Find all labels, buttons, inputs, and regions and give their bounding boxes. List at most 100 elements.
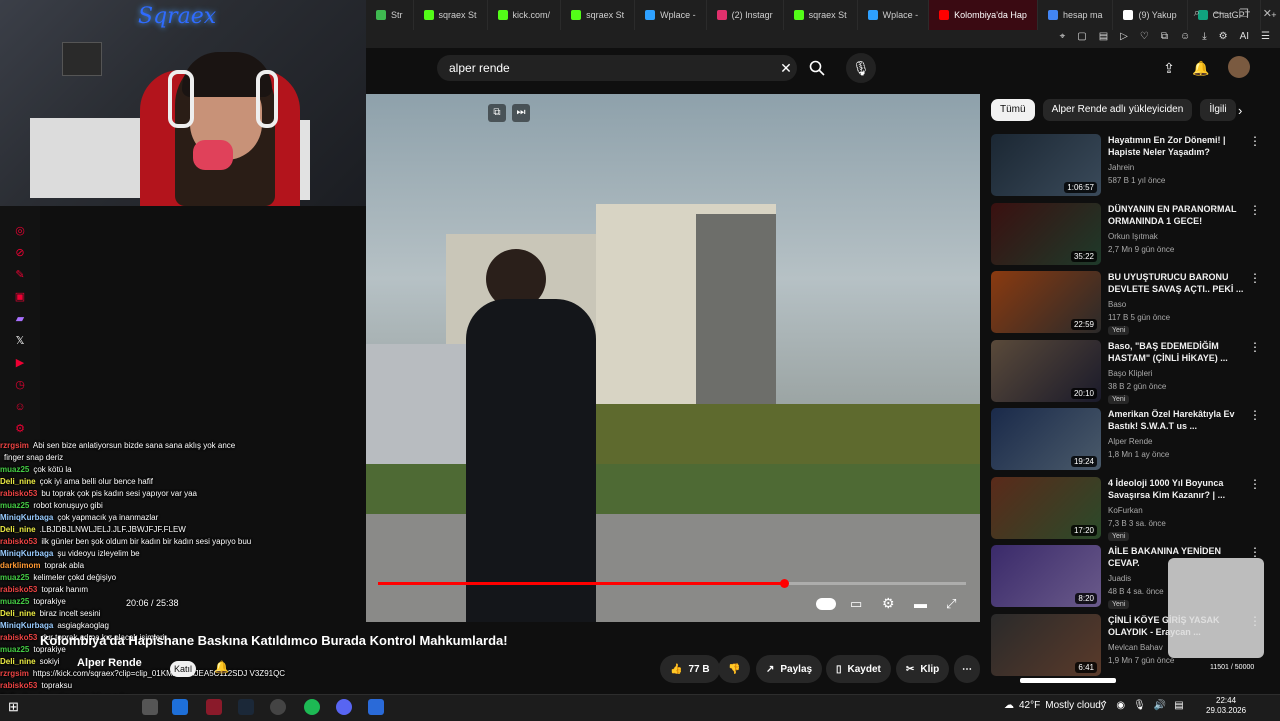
share-button[interactable]: ↗ Paylaş (756, 655, 823, 683)
recommended-video[interactable]: 35:22 DÜNYANIN EN PARANORMAL ORMANINDA 1 … (991, 202, 1273, 267)
browser-tab[interactable]: (9) Yakup (1113, 0, 1188, 30)
search-button[interactable] (802, 53, 832, 83)
autoplay-toggle[interactable] (816, 598, 836, 610)
search-input[interactable]: alper rende (449, 61, 510, 75)
recommended-video[interactable]: 20:10 Baso, "BAŞ EDEMEDİĞİM HASTAM" (ÇİNL… (991, 339, 1273, 404)
channel-name[interactable]: Baso (1108, 300, 1126, 309)
weather-widget[interactable]: ☁ 42°F Mostly cloudy (1004, 700, 1106, 711)
more-actions-button[interactable]: ⋯ (954, 655, 980, 683)
voice-search-icon[interactable]: 🎙 (846, 53, 876, 83)
miniplayer-icon[interactable]: ⧉ (488, 104, 506, 122)
network-icon[interactable]: ◉ (1116, 700, 1125, 711)
browser-tab[interactable]: Wplace - (635, 0, 707, 30)
more-icon[interactable]: ⋮ (1249, 271, 1261, 285)
channel-name[interactable]: Mevlcan Bahav (1108, 643, 1163, 652)
pin-icon[interactable]: ⌖ (1060, 31, 1066, 42)
browser-tab[interactable]: Kolombiya'da Hap (929, 0, 1038, 30)
app-icon-files[interactable] (142, 699, 158, 715)
browser-tab[interactable]: sqraex St (561, 0, 636, 30)
extensions-icon[interactable]: ⧉ (1161, 31, 1168, 42)
channel-name[interactable]: Alper Rende (1108, 437, 1152, 446)
app-icon-discord[interactable] (336, 699, 352, 715)
search-icon[interactable]: ⌕ (1194, 7, 1200, 20)
more-icon[interactable]: ⋮ (1249, 477, 1261, 491)
video-title[interactable]: Amerikan Özel Harekâtıyla Ev Bastık! S.W… (1108, 408, 1248, 432)
join-button[interactable]: Katıl (170, 661, 196, 677)
video-thumbnail[interactable]: 8:20 (991, 545, 1101, 607)
channel-name[interactable]: KoFurkan (1108, 506, 1143, 515)
settings-icon[interactable]: ⚙ (1219, 31, 1228, 42)
favorite-icon[interactable]: ♡ (1140, 31, 1149, 42)
clip-button[interactable]: ✂ Klip (896, 655, 950, 683)
notifications-icon[interactable]: 🔔 (1186, 53, 1216, 83)
video-thumbnail[interactable]: 35:22 (991, 202, 1101, 265)
more-icon[interactable]: ⋮ (1249, 545, 1261, 559)
video-thumbnail[interactable]: 20:10 (991, 339, 1101, 402)
more-icon[interactable]: ⋮ (1249, 408, 1261, 422)
chevron-right-icon[interactable]: › (1238, 103, 1242, 118)
video-title[interactable]: Baso, "BAŞ EDEMEDİĞİM HASTAM" (ÇİNLİ HİK… (1108, 340, 1248, 364)
filter-chip[interactable]: Tümü (991, 99, 1035, 121)
app-icon-steam[interactable] (238, 699, 254, 715)
screenshot-icon[interactable]: ▢ (1077, 31, 1086, 42)
browser-tab[interactable]: sqraex St (784, 0, 858, 30)
next-icon[interactable]: ⏭ (512, 104, 530, 122)
ai-button[interactable]: AI (1240, 31, 1249, 42)
dislike-button[interactable]: 👎 (718, 655, 751, 683)
video-title[interactable]: Hayatımın En Zor Dönemi! | Hapiste Neler… (1108, 134, 1248, 158)
video-thumbnail[interactable]: 19:24 (991, 408, 1101, 470)
video-title[interactable]: BU UYUŞTURUCU BARONU DEVLETE SAVAŞ AÇTI.… (1108, 271, 1248, 295)
bell-icon[interactable]: 🔔 (214, 660, 229, 674)
maximize-icon[interactable]: ❐ (1239, 7, 1249, 20)
start-icon[interactable]: ⊞ (8, 699, 24, 715)
app-icon-edge[interactable] (172, 699, 188, 715)
video-thumbnail[interactable]: 6:41 (991, 613, 1101, 676)
recommended-video[interactable]: 22:59 BU UYUŞTURUCU BARONU DEVLETE SAVAŞ … (991, 271, 1273, 335)
recommended-video[interactable]: 19:24 Amerikan Özel Harekâtıyla Ev Bastık… (991, 408, 1273, 472)
video-title[interactable]: DÜNYANIN EN PARANORMAL ORMANINDA 1 GECE! (1108, 203, 1248, 227)
channel-name[interactable]: Alper Rende (77, 657, 142, 669)
theater-mode-icon[interactable]: ▬ (914, 596, 927, 611)
avatar[interactable] (1228, 56, 1250, 78)
app-icon-notes[interactable] (368, 699, 384, 715)
app-icon-obs[interactable] (270, 699, 286, 715)
subtitles-icon[interactable]: ▭ (850, 596, 862, 612)
more-icon[interactable]: ⋮ (1249, 340, 1261, 354)
save-button[interactable]: ▯ Kaydet (826, 655, 891, 683)
video-progress-handle[interactable] (779, 579, 789, 588)
recommended-video[interactable]: 17:20 4 İdeoloji 1000 Yıl Boyunca Savaşır… (991, 476, 1273, 541)
like-button[interactable]: 👍 77 B (660, 655, 720, 683)
tabs-icon[interactable]: ▤ (1099, 31, 1108, 42)
video-title[interactable]: 4 İdeoloji 1000 Yıl Boyunca Savaşırsa Ki… (1108, 477, 1248, 501)
menu-icon[interactable]: ☰ (1261, 31, 1270, 42)
browser-tab[interactable]: Wplace - (858, 0, 930, 30)
settings-icon[interactable]: ⚙ (882, 595, 895, 612)
upload-icon[interactable]: ⇪ (1154, 53, 1184, 83)
app-icon-spotify[interactable] (304, 699, 320, 715)
browser-tab[interactable]: kick.com/ (488, 0, 562, 30)
volume-icon[interactable]: 🔊 (1154, 700, 1166, 711)
search-box[interactable]: alper rende (437, 55, 797, 81)
video-thumbnail[interactable]: 17:20 (991, 476, 1101, 539)
more-icon[interactable]: ⋮ (1249, 203, 1261, 217)
close-icon[interactable]: ✕ (1263, 7, 1272, 20)
video-thumbnail[interactable]: 1:06:57 (991, 134, 1101, 196)
channel-name[interactable]: Jahrein (1108, 163, 1134, 172)
browser-tab[interactable]: sqraex St (414, 0, 488, 30)
fullscreen-icon[interactable]: ⤢ (946, 596, 956, 612)
clear-search-icon[interactable]: ✕ (771, 53, 801, 83)
channel-name[interactable]: Juadis (1108, 574, 1131, 583)
app-icon-opera[interactable] (206, 699, 222, 715)
channel-name[interactable]: Başo Klipleri (1108, 369, 1152, 378)
profile-icon[interactable]: ☺ (1180, 31, 1190, 42)
browser-tab[interactable]: (2) Instagr (707, 0, 784, 30)
browser-tab[interactable]: Str (366, 0, 414, 30)
video-thumbnail[interactable]: 22:59 (991, 271, 1101, 333)
mic-icon[interactable]: 🎙 (1133, 700, 1146, 711)
language-icon[interactable]: ▤ (1174, 700, 1183, 711)
filter-chip[interactable]: İlgili (1200, 99, 1236, 121)
more-icon[interactable]: ⋮ (1249, 134, 1261, 148)
browser-tab[interactable]: hesap ma (1038, 0, 1114, 30)
play-icon[interactable]: ▷ (1120, 31, 1128, 42)
channel-name[interactable]: Orkun Işıtmak (1108, 232, 1158, 241)
